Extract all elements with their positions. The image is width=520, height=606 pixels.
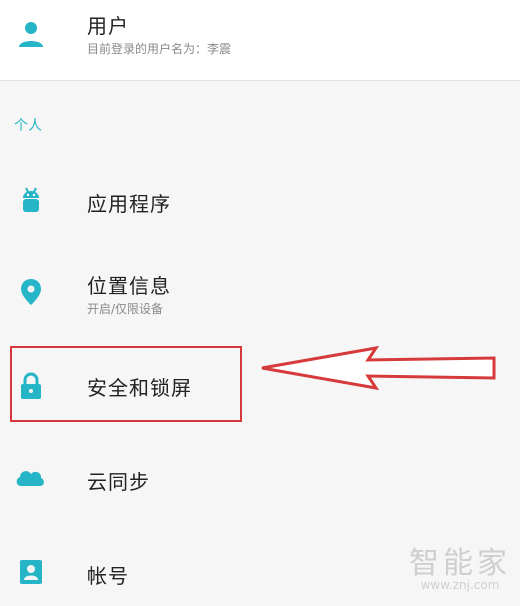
watermark: 智能家 www.znj.com xyxy=(404,538,516,602)
settings-item-account-title: 帐号 xyxy=(87,564,129,588)
watermark-url: www.znj.com xyxy=(420,578,500,592)
cloud-icon xyxy=(16,471,44,486)
settings-item-cloud-sync-title: 云同步 xyxy=(87,470,150,494)
android-icon xyxy=(23,187,39,212)
settings-item-location-title: 位置信息 xyxy=(87,274,171,298)
annotation-arrow xyxy=(261,345,496,391)
highlight-box xyxy=(10,346,242,422)
watermark-title: 智能家 xyxy=(409,546,511,581)
person-icon xyxy=(19,22,43,47)
user-row[interactable]: 用户 目前登录的用户名为：李震 xyxy=(0,0,520,80)
settings-item-apps[interactable]: 应用程序 xyxy=(0,170,520,234)
location-pin-icon xyxy=(21,279,41,305)
settings-item-location-subtitle: 开启/仅限设备 xyxy=(87,302,164,316)
user-title: 用户 xyxy=(87,14,129,38)
settings-item-cloud-sync[interactable]: 云同步 xyxy=(0,446,520,510)
user-subtitle: 目前登录的用户名为：李震 xyxy=(87,42,232,56)
settings-item-location[interactable]: 位置信息 开启/仅限设备 xyxy=(0,256,520,328)
account-box-icon xyxy=(20,560,42,584)
settings-item-apps-title: 应用程序 xyxy=(87,192,171,216)
section-header-personal: 个人 xyxy=(14,118,42,134)
